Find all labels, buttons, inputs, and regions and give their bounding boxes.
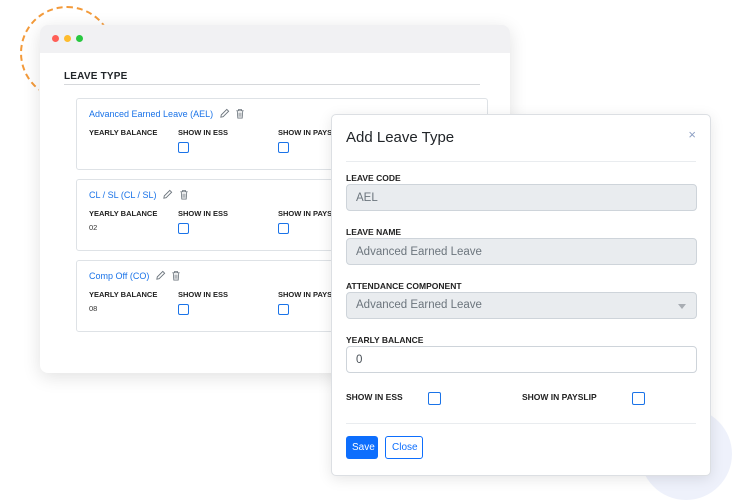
window-minimize-dot[interactable] [64, 35, 71, 42]
leave-card-name-link[interactable]: CL / SL (CL / SL) [89, 190, 157, 200]
modal-footer-divider [346, 423, 696, 424]
window-maximize-dot[interactable] [76, 35, 83, 42]
show-in-payslip-header: SHOW IN PAYS [278, 209, 333, 218]
close-icon[interactable]: × [688, 127, 696, 142]
show-in-ess-header: SHOW IN ESS [178, 128, 229, 137]
yearly-balance-value: 02 [89, 223, 98, 232]
pencil-icon[interactable] [162, 189, 173, 202]
yearly-balance-label: YEARLY BALANCE [346, 335, 424, 345]
show-in-payslip-checkbox[interactable] [278, 142, 289, 153]
chevron-down-icon [678, 304, 686, 309]
show-in-payslip-checkbox[interactable] [278, 223, 289, 234]
show-in-ess-header: SHOW IN ESS [178, 209, 229, 218]
trash-icon[interactable] [179, 189, 189, 202]
add-leave-type-modal: Add Leave Type × LEAVE CODE LEAVE NAME A… [331, 114, 711, 476]
leave-card-title: CL / SL (CL / SL) [89, 189, 189, 202]
show-in-ess-checkbox[interactable] [178, 304, 189, 315]
show-in-ess-header: SHOW IN ESS [178, 290, 229, 299]
attendance-component-value: Advanced Earned Leave [356, 299, 482, 311]
show-in-payslip-header: SHOW IN PAYS [278, 128, 333, 137]
leave-card-title: Advanced Earned Leave (AEL) [89, 108, 245, 121]
show-in-payslip-label: SHOW IN PAYSLIP [522, 392, 597, 402]
pencil-icon[interactable] [219, 108, 230, 121]
leave-name-label: LEAVE NAME [346, 227, 402, 237]
modal-title: Add Leave Type [346, 129, 455, 146]
yearly-balance-header: YEARLY BALANCE [89, 128, 158, 137]
leave-code-label: LEAVE CODE [346, 173, 401, 183]
show-in-payslip-checkbox[interactable] [632, 392, 645, 405]
show-in-ess-checkbox[interactable] [178, 223, 189, 234]
show-in-payslip-header: SHOW IN PAYS [278, 290, 333, 299]
attendance-component-label: ATTENDANCE COMPONENT [346, 281, 462, 291]
section-divider [64, 84, 480, 85]
trash-icon[interactable] [171, 270, 181, 283]
close-button[interactable]: Close [385, 436, 423, 459]
show-in-ess-checkbox[interactable] [178, 142, 189, 153]
window-close-dot[interactable] [52, 35, 59, 42]
save-button[interactable]: Save [346, 436, 378, 459]
leave-code-field[interactable] [346, 184, 697, 211]
leave-card-name-link[interactable]: Advanced Earned Leave (AEL) [89, 109, 213, 119]
show-in-payslip-checkbox[interactable] [278, 304, 289, 315]
modal-header-divider [346, 161, 696, 162]
attendance-component-select[interactable]: Advanced Earned Leave [346, 292, 697, 319]
yearly-balance-value: 08 [89, 304, 98, 313]
leave-card-title: Comp Off (CO) [89, 270, 181, 283]
trash-icon[interactable] [235, 108, 245, 121]
pencil-icon[interactable] [155, 270, 166, 283]
yearly-balance-header: YEARLY BALANCE [89, 209, 158, 218]
show-in-ess-checkbox[interactable] [428, 392, 441, 405]
yearly-balance-field[interactable] [346, 346, 697, 373]
leave-name-field[interactable] [346, 238, 697, 265]
show-in-ess-label: SHOW IN ESS [346, 392, 403, 402]
window-titlebar [40, 25, 510, 53]
section-title: LEAVE TYPE [64, 71, 128, 82]
yearly-balance-header: YEARLY BALANCE [89, 290, 158, 299]
leave-card-name-link[interactable]: Comp Off (CO) [89, 271, 149, 281]
